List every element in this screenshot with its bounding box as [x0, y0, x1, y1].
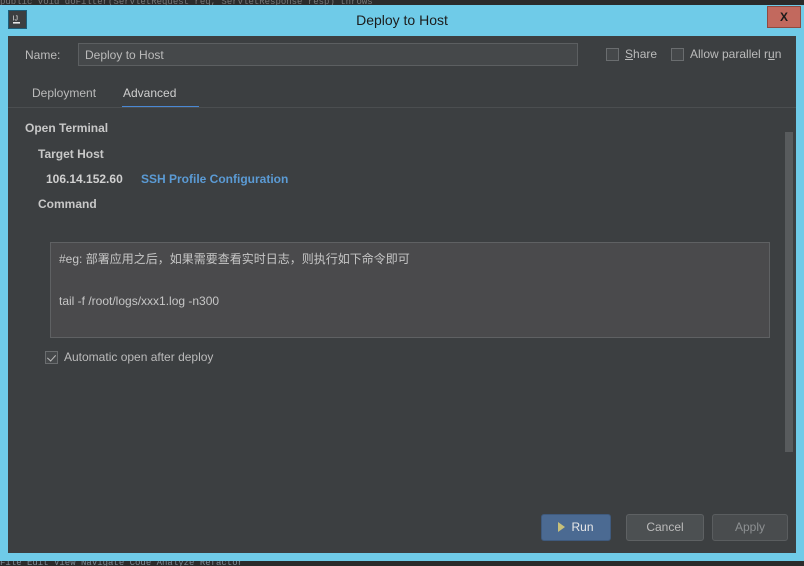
play-icon: [558, 522, 566, 532]
target-host-label: Target Host: [38, 147, 104, 161]
cancel-button[interactable]: Cancel: [626, 514, 704, 541]
share-checkbox-label: Share: [625, 47, 658, 61]
tab-advanced[interactable]: Advanced: [123, 82, 176, 104]
name-input[interactable]: [78, 43, 578, 66]
dialog-content-panel: Name: Share Allow parallel run Deploymen…: [8, 36, 796, 553]
command-label: Command: [38, 197, 97, 211]
dialog-title: Deploy to Host: [356, 12, 448, 28]
content-scrollbar-track[interactable]: [783, 108, 794, 520]
name-row: Name: Share Allow parallel run: [8, 36, 796, 78]
name-label: Name:: [25, 48, 61, 62]
automatic-open-after-deploy-checkbox[interactable]: Automatic open after deploy: [45, 350, 213, 364]
apply-button[interactable]: Apply: [712, 514, 788, 541]
share-checkbox-box[interactable]: [606, 47, 619, 61]
automatic-open-after-deploy-checkbox-box[interactable]: [45, 350, 58, 364]
share-checkbox[interactable]: Share: [606, 47, 657, 61]
automatic-open-after-deploy-label: Automatic open after deploy: [64, 350, 214, 364]
deploy-to-host-dialog: IJ Deploy to Host X Name: Share Allow pa…: [0, 5, 804, 561]
allow-parallel-run-checkbox[interactable]: Allow parallel run: [671, 47, 781, 61]
run-button[interactable]: Run: [541, 514, 611, 541]
ide-background-menu-bottom: File Edit View Navigate Code Analyze Ref…: [0, 561, 244, 566]
advanced-tab-content: Open Terminal Target Host 106.14.152.60 …: [8, 108, 796, 520]
allow-parallel-run-checkbox-label: Allow parallel run: [690, 47, 782, 61]
section-open-terminal-label: Open Terminal: [25, 121, 109, 135]
run-button-label: Run: [571, 520, 594, 534]
command-textarea[interactable]: [50, 242, 770, 338]
close-button[interactable]: X: [767, 6, 801, 28]
dialog-title-bar: IJ Deploy to Host X: [0, 5, 804, 35]
target-host-value: 106.14.152.60: [46, 172, 123, 186]
ssh-profile-configuration-link[interactable]: SSH Profile Configuration: [141, 172, 288, 186]
tab-deployment[interactable]: Deployment: [32, 82, 96, 104]
content-scrollbar-thumb[interactable]: [785, 132, 793, 452]
tab-bar: Deployment Advanced: [8, 78, 796, 108]
dialog-button-bar: Run Cancel Apply: [8, 505, 796, 553]
allow-parallel-run-checkbox-box[interactable]: [671, 47, 684, 61]
ide-background-bottom-strip: File Edit View Navigate Code Analyze Ref…: [0, 561, 804, 566]
